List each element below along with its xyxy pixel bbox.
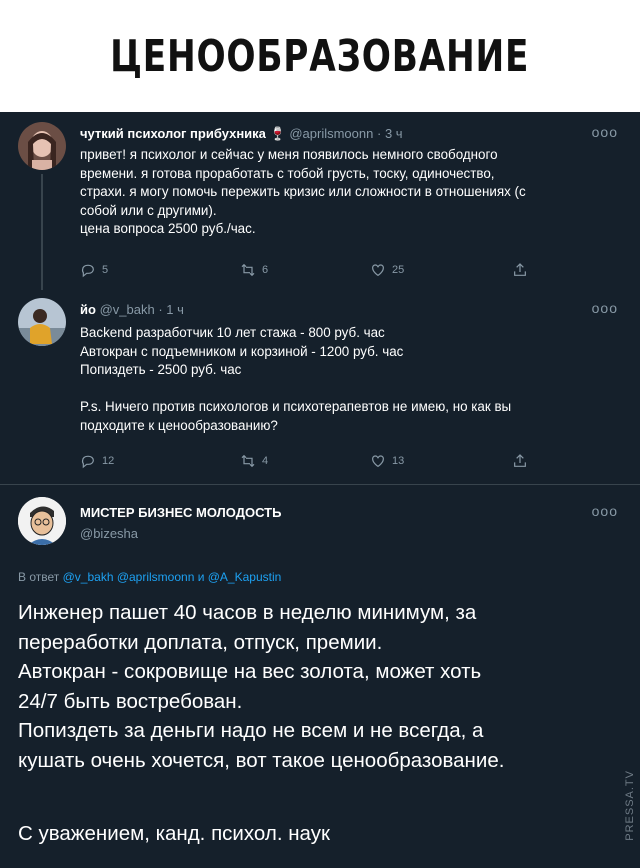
retweet-count: 4 — [262, 455, 269, 467]
main-tweet-text: Инженер пашет 40 часов в неделю минимум,… — [18, 601, 505, 772]
heart-icon — [372, 264, 384, 277]
wine-emoji: 🍷 — [269, 126, 286, 141]
reply-icon — [81, 264, 94, 278]
tweet-header: чуткий психолог прибухника 🍷 @aprilsmoon… — [80, 126, 403, 141]
more-options-icon[interactable]: ooo — [592, 300, 618, 316]
like-count: 13 — [392, 455, 405, 467]
like-button[interactable]: 25 — [370, 262, 404, 278]
retweet-button[interactable]: 6 — [240, 262, 268, 278]
retweet-button[interactable]: 4 — [240, 453, 268, 469]
share-icon — [514, 454, 526, 467]
tweet-actions: 12 4 13 — [80, 453, 530, 473]
like-count: 25 — [392, 264, 405, 276]
thread-line — [41, 174, 43, 290]
reply-count: 12 — [102, 455, 115, 467]
tweet-1[interactable]: чуткий психолог прибухника 🍷 @aprilsmoon… — [0, 112, 640, 290]
title-banner: ЦЕНООБРАЗОВАНИЕ — [0, 0, 640, 112]
tweet-time[interactable]: 1 ч — [166, 302, 184, 317]
author-handle[interactable]: @aprilsmoonn — [289, 126, 373, 141]
signature-text: С уважением, канд. психол. наук — [18, 822, 330, 845]
share-icon — [514, 263, 526, 276]
more-options-icon[interactable]: ooo — [592, 503, 618, 519]
share-button[interactable] — [512, 262, 528, 278]
author-handle[interactable]: @v_bakh — [100, 302, 155, 317]
avatar[interactable] — [18, 122, 66, 170]
tweet-time[interactable]: 3 ч — [385, 126, 403, 141]
reply-prefix: В ответ — [18, 570, 60, 584]
author-handle[interactable]: @bizesha — [80, 526, 138, 541]
avatar[interactable] — [18, 497, 66, 545]
retweet-count: 6 — [262, 264, 269, 276]
reply-count: 5 — [102, 264, 109, 276]
reply-button[interactable]: 5 — [80, 262, 108, 278]
tweet-header: йо @v_bakh · 1 ч — [80, 302, 184, 317]
heart-icon — [372, 455, 384, 468]
avatar[interactable] — [18, 298, 66, 346]
reply-button[interactable]: 12 — [80, 453, 114, 469]
author-name[interactable]: чуткий психолог прибухника — [80, 126, 266, 141]
tweet-text: привет! я психолог и сейчас у меня появи… — [80, 147, 526, 236]
retweet-icon — [241, 454, 255, 468]
tweet-text: Backend разработчик 10 лет стажа - 800 р… — [80, 325, 512, 433]
author-name[interactable]: йо — [80, 302, 96, 317]
share-button[interactable] — [512, 453, 528, 469]
more-options-icon[interactable]: ooo — [592, 124, 618, 140]
tweet-actions: 5 6 25 — [80, 262, 530, 282]
like-button[interactable]: 13 — [370, 453, 404, 469]
banner-title: ЦЕНООБРАЗОВАНИЕ — [110, 30, 530, 82]
watermark: PRESSA.TV — [624, 770, 636, 841]
reply-icon — [81, 455, 94, 469]
tweet-2[interactable]: йо @v_bakh · 1 ч ooo Backend разработчик… — [0, 290, 640, 482]
reply-to-line: В ответ @v_bakh @aprilsmoonn и @A_Kapust… — [18, 570, 281, 584]
author-name[interactable]: МИСТЕР БИЗНЕС МОЛОДОСТЬ — [80, 505, 281, 520]
retweet-icon — [241, 263, 255, 277]
reply-mentions[interactable]: @v_bakh @aprilsmoonn и @A_Kapustin — [63, 570, 282, 584]
